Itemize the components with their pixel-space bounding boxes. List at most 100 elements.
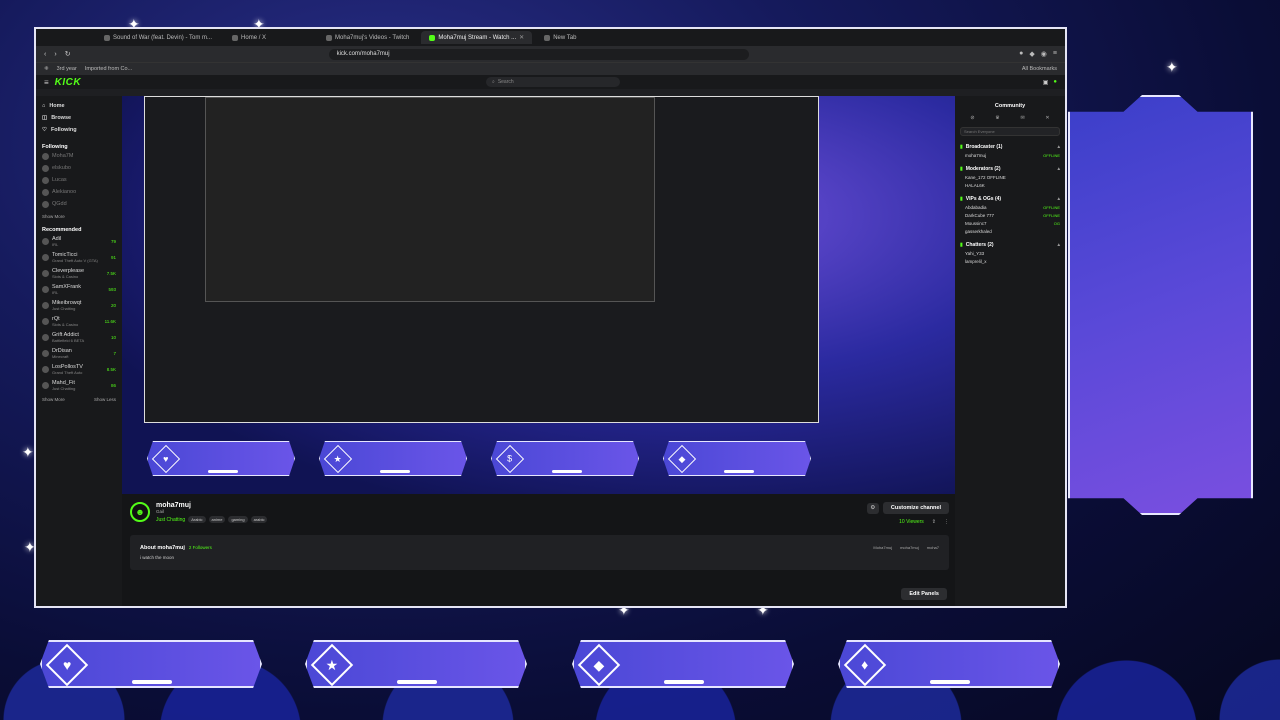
user-item[interactable]: Yahi_Y33: [960, 248, 1060, 256]
user-item[interactable]: Kane_172 OFFLINE: [960, 172, 1060, 180]
channel-name: Moha7M: [52, 153, 74, 159]
user-item[interactable]: lamprelil_x: [960, 256, 1060, 264]
avatar: [42, 301, 49, 309]
apps-icon[interactable]: ⁜: [44, 66, 49, 72]
browser-tab[interactable]: Moha7muj's Videos - Twitch: [318, 31, 417, 44]
user-item[interactable]: DarkCube 777 OFFLINE: [960, 210, 1060, 218]
tab-bar: Sound of War (feat. Devin) - Tom m... Ho…: [36, 29, 1065, 46]
url-input[interactable]: kick.com/moha7muj: [328, 48, 749, 60]
recommended-item[interactable]: Cleverplease Slots & Casino 7.5K: [42, 265, 116, 281]
tile-bar: [132, 680, 172, 684]
tag[interactable]: Arabic: [188, 516, 206, 523]
following-item[interactable]: elskubo: [42, 162, 116, 174]
user-item[interactable]: gasserkhaled: [960, 226, 1060, 234]
notification-icon[interactable]: ▣: [1043, 79, 1049, 86]
channel-name: LosPollosTV Grand Theft Auto: [52, 364, 104, 375]
viewer-count: 79: [110, 238, 116, 244]
hamburger-icon[interactable]: ≡: [44, 78, 49, 87]
forward-icon[interactable]: ›: [54, 51, 56, 58]
chat-group: ▮ Broadcaster (1) ▴ moha7muj OFFLINE: [960, 144, 1060, 158]
recommended-item[interactable]: Adil IRL 79: [42, 233, 116, 249]
recommended-item[interactable]: TomicTicci Grand Theft Auto V (GTA) 91: [42, 249, 116, 265]
recommended-item[interactable]: rQt Slots & Casino 11.6K: [42, 313, 116, 329]
nav-browse[interactable]: ◫ Browse: [42, 112, 116, 124]
chat-icon[interactable]: ✉: [1020, 115, 1024, 121]
browser-tab[interactable]: New Tab: [536, 31, 626, 44]
extension-icon[interactable]: ●: [1019, 50, 1023, 58]
following-item[interactable]: Lucas: [42, 174, 116, 186]
recommended-item[interactable]: SamXFrank IRL 593: [42, 281, 116, 297]
tag[interactable]: anime: [208, 516, 226, 523]
channel-info: ☻ moha7muj Gail Just Chatting Arabic ani…: [122, 496, 955, 606]
following-item[interactable]: QGdd: [42, 198, 116, 210]
channel-label: Cleverplease: [52, 267, 85, 274]
user-item[interactable]: Moussinc7 OG: [960, 218, 1060, 226]
share-icon[interactable]: ⇪: [932, 519, 936, 525]
about-section: About moha7muj 2 Followers i watch the mo…: [130, 535, 949, 570]
browser-tab[interactable]: Sound of War (feat. Devin) - Tom m...: [96, 31, 220, 44]
close-icon[interactable]: ✕: [1045, 115, 1049, 121]
kick-logo[interactable]: KICK: [55, 77, 81, 88]
avatar: [42, 317, 49, 325]
recommended-item[interactable]: Mikeibrowqt Just Chatting 20: [42, 297, 116, 313]
customize-channel-button[interactable]: Customize channel: [882, 502, 949, 514]
avatar[interactable]: ●: [1053, 79, 1057, 86]
back-icon[interactable]: ‹: [44, 51, 46, 58]
settings-icon[interactable]: ⚙: [866, 502, 879, 514]
recommended-item[interactable]: Mahd_Fit Just Chatting 86: [42, 377, 116, 393]
nav-home[interactable]: ⌂ Home: [42, 100, 116, 112]
channel-name[interactable]: moha7muj: [156, 502, 267, 509]
social-link[interactable]: Moha7muj: [873, 545, 892, 560]
avatar[interactable]: ☻: [130, 502, 150, 522]
mod-icon[interactable]: ♛: [995, 115, 999, 121]
browser-tab[interactable]: Home / X: [224, 31, 314, 44]
tag[interactable]: arabic: [250, 516, 268, 523]
video-player[interactable]: ♥ ★ $ ◆: [122, 96, 955, 494]
browser-tab-active[interactable]: Moha7muj Stream - Watch ... ✕: [421, 31, 533, 44]
username: DarkCube 777: [965, 213, 995, 218]
chatter-icon: ▮: [960, 242, 963, 248]
search-input[interactable]: Search Everyone: [960, 127, 1060, 136]
show-more-link[interactable]: Show More: [42, 214, 65, 219]
channel-category: IRL: [52, 241, 59, 247]
recommended-item[interactable]: LosPollosTV Grand Theft Auto 8.5K: [42, 361, 116, 377]
stream-tiles: ♥ ★ $ ◆: [147, 441, 811, 476]
user-item[interactable]: Abdabadia OFFLINE: [960, 202, 1060, 210]
nav-following[interactable]: ♡ Following: [42, 124, 116, 136]
channel-name: DrDisan Minecraft: [52, 348, 110, 359]
show-more-link[interactable]: Show More: [42, 397, 65, 402]
following-item[interactable]: Moha7M: [42, 150, 116, 162]
bookmark-item[interactable]: Imported from Co...: [85, 66, 132, 72]
category-link[interactable]: Just Chatting: [156, 517, 185, 523]
tag[interactable]: gaming: [228, 516, 248, 523]
star-icon: ✦: [1166, 59, 1178, 75]
search-placeholder: Search Everyone: [964, 129, 995, 134]
extension-icon[interactable]: ◆: [1029, 50, 1034, 58]
avatar: [42, 269, 49, 277]
all-bookmarks[interactable]: All Bookmarks: [1022, 66, 1057, 72]
search-input[interactable]: ⌕ Search: [486, 77, 620, 87]
more-icon[interactable]: ⋮: [944, 519, 949, 525]
bookmark-item[interactable]: 3rd year: [57, 66, 77, 72]
following-item[interactable]: Alekianoo: [42, 186, 116, 198]
avatar: [42, 164, 49, 172]
close-icon[interactable]: ✕: [519, 34, 524, 41]
social-link[interactable]: moha7: [927, 545, 939, 560]
profile-icon[interactable]: ◉: [1041, 50, 1047, 58]
show-less-link[interactable]: Show Less: [94, 397, 116, 402]
viewer-count: 91: [110, 254, 116, 260]
tab-label: Home / X: [241, 34, 267, 41]
favicon-icon: [429, 34, 436, 41]
edit-panels-button[interactable]: Edit Panels: [901, 588, 947, 600]
reload-icon[interactable]: ↻: [65, 50, 71, 58]
group-label: Broadcaster (1): [965, 144, 1003, 150]
recommended-item[interactable]: DrDisan Minecraft 7: [42, 345, 116, 361]
ban-icon[interactable]: ⊘: [970, 115, 974, 121]
social-link[interactable]: moha7muj: [900, 545, 919, 560]
user-item[interactable]: HALAL6K: [960, 180, 1060, 188]
search-placeholder: Search: [497, 79, 514, 85]
menu-icon[interactable]: ≡: [1053, 50, 1057, 58]
star-icon: ★: [310, 643, 354, 687]
recommended-item[interactable]: Grift Addict Battlefield 6 BETA 10: [42, 329, 116, 345]
user-item[interactable]: moha7muj OFFLINE: [960, 150, 1060, 158]
